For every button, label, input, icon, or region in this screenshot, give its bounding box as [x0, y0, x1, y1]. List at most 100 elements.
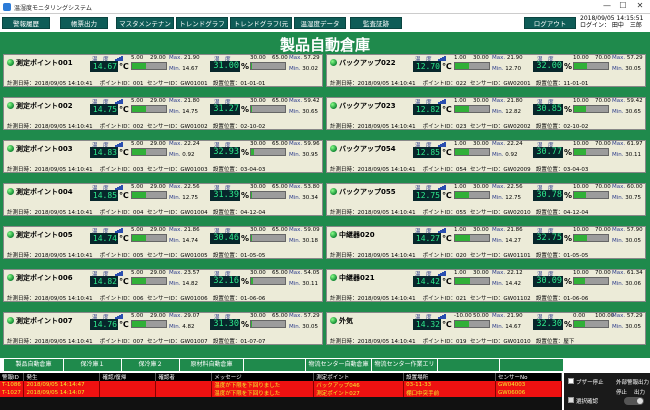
point-name: 測定ポイント002	[16, 102, 73, 110]
sensor-panel[interactable]: 測定ポイント005 温 度 14.74 ℃ 5.00 29.00 Max. 21…	[3, 226, 323, 259]
temp-min: 4.82	[182, 324, 195, 330]
temp-bar	[131, 105, 167, 113]
humid-min: 30.05	[302, 324, 319, 330]
temp-display: 12.75	[413, 190, 441, 201]
celsius-unit: ℃	[119, 148, 129, 157]
alarm-row[interactable]: T-1086 2018/09/05 14:14:47 温度が下限を下回りました バック…	[0, 381, 562, 389]
location: 屋下	[563, 339, 575, 345]
measure-label: 計測日時：	[330, 296, 358, 302]
alarm-row[interactable]: T-1027 2018/09/05 14:14:07 温度が下限を下回りました 測定ポ…	[0, 389, 562, 397]
area-tab[interactable]: 原材料自動倉庫	[180, 359, 244, 371]
sensor-panel[interactable]: 測定ポイント003 温 度 14.83 ℃ 5.00 29.00 Max. 22…	[3, 140, 323, 173]
area-tab[interactable]: 製品自動倉庫	[4, 359, 64, 371]
sensor-id: GW02009	[503, 167, 531, 173]
alarm-column-header[interactable]: 確認者	[155, 373, 213, 381]
sensor-panel[interactable]: バックアップ054 温 度 12.85 ℃ 1.00 30.00 Max. 22…	[326, 140, 646, 173]
humid-high: 70.00	[595, 270, 611, 276]
measure-date: 2018/09/05 14:10:41	[34, 124, 93, 130]
alarm-column-header[interactable]: センサーNo	[495, 373, 562, 381]
alarm-column-header[interactable]: 測定ポイント	[313, 373, 405, 381]
humid-min: 30.05	[625, 66, 642, 72]
sensor-id: GW01010	[503, 339, 531, 345]
location-label: 設置位置：	[535, 81, 564, 87]
humid-max-min: Max. 61.97 Min. 30.11	[612, 141, 643, 158]
location: 01-07-07	[240, 339, 266, 345]
minimize-button[interactable]: —	[600, 1, 614, 10]
sensor-panel[interactable]: 測定ポイント006 温 度 14.82 ℃ 5.00 29.00 Max. 23…	[3, 269, 323, 302]
temp-min: 14.82	[182, 281, 199, 287]
alarm-column-header[interactable]: 発生	[23, 373, 101, 381]
point-name: バックアップ054	[339, 145, 396, 153]
temp-high: 30.00	[473, 270, 489, 276]
area-tab[interactable]: 物流センター自動倉庫	[306, 359, 372, 371]
humid-bar	[573, 234, 609, 242]
min-label: Min.	[169, 238, 181, 244]
sensor-panel[interactable]: バックアップ055 温 度 12.75 ℃ 1.00 30.00 Max. 22…	[326, 183, 646, 216]
sensor-panel[interactable]: 外気 温 度 14.32 ℃ -10.00 50.00 Max. 21.90 M…	[326, 312, 646, 345]
sensor-panel[interactable]: 測定ポイント002 温 度 14.75 ℃ 5.00 29.00 Max. 21…	[3, 97, 323, 130]
sensor-panel[interactable]: バックアップ022 温 度 12.70 ℃ 1.00 30.00 Max. 21…	[326, 54, 646, 87]
percent-unit: %	[564, 191, 573, 200]
temp-bar	[454, 320, 490, 328]
humid-max: 53.80	[303, 184, 320, 190]
status-led-icon	[330, 102, 337, 109]
external-alarm-toggle[interactable]	[624, 397, 644, 405]
menu-temp-humid-data[interactable]: 温湿度データ	[294, 17, 346, 29]
menu-alarm-history[interactable]: 警報履歴	[2, 17, 50, 29]
alarm-column-header[interactable]: 警報ID	[0, 373, 25, 381]
temp-bar-fill	[455, 106, 469, 112]
maximize-button[interactable]: ☐	[616, 1, 630, 10]
buzzer-checkbox[interactable]	[568, 378, 574, 384]
alarm-column-header[interactable]: 設置場所	[403, 373, 497, 381]
area-tab[interactable]	[500, 359, 564, 371]
area-tab[interactable]	[244, 359, 306, 371]
sensor-panel[interactable]: 測定ポイント007 温 度 14.76 ℃ 5.00 29.00 Max. 29…	[3, 312, 323, 345]
max-label: Max.	[169, 270, 183, 276]
area-tab[interactable]	[438, 359, 500, 371]
area-tab[interactable]: 保冷庫２	[122, 359, 180, 371]
menu-trend-graph-alt[interactable]: トレンドグラフ(元カラ)	[230, 17, 292, 40]
sensor-panel[interactable]: 中継器020 温 度 14.27 ℃ 1.00 30.00 Max. 21.86…	[326, 226, 646, 259]
location-label: 設置位置：	[212, 81, 241, 87]
humid-max: 59.96	[303, 141, 320, 147]
max-label: Max.	[169, 98, 183, 104]
area-tab[interactable]: 物流センター作業エリア	[372, 359, 438, 380]
temp-bar	[131, 191, 167, 199]
sensor-panel[interactable]: 測定ポイント001 温 度 14.67 ℃ 5.00 29.00 Max. 21…	[3, 54, 323, 87]
humid-max-min: Max. 57.29 Min. 30.05	[612, 55, 643, 72]
measure-date: 2018/09/05 14:10:41	[357, 124, 416, 130]
menu-report-output[interactable]: 帳票出力	[60, 17, 108, 29]
max-label: Max.	[289, 98, 303, 104]
sensor-panel[interactable]: バックアップ023 温 度 12.82 ℃ 1.00 30.00 Max. 21…	[326, 97, 646, 130]
logout-button[interactable]: ログアウト	[524, 17, 576, 29]
humid-max-min: Max. 57.29 Min. 30.02	[289, 55, 320, 72]
humid-high: 65.00	[272, 313, 288, 319]
measure-label: 計測日時：	[7, 81, 35, 87]
sensor-panel[interactable]: 測定ポイント004 温 度 14.85 ℃ 5.00 29.00 Max. 22…	[3, 183, 323, 216]
sensor-id-label: センサーID：	[470, 124, 504, 130]
sensor-id: GW01102	[503, 296, 531, 302]
menu-master-maintenance[interactable]: マスタメンテナンス	[116, 17, 174, 40]
menu-audit-trail[interactable]: 監査証跡	[350, 17, 402, 29]
temp-display: 14.75	[90, 104, 118, 115]
humid-display: 30.85	[533, 104, 563, 115]
humid-display: 32.30	[533, 319, 563, 330]
alarm-table: 警報ID 発生 確認/復帰 確認者 メッセージ 測定ポイント 設置場所 センサーNo T-10…	[0, 373, 562, 410]
humid-bar	[250, 191, 286, 199]
menu-trend-graph[interactable]: トレンドグラフ	[176, 17, 228, 29]
alarm-cell: 測定ポイント027	[313, 389, 405, 397]
location-label: 設置位置：	[212, 124, 241, 130]
alarm-column-header[interactable]: メッセージ	[211, 373, 315, 381]
signal-bar	[444, 185, 446, 190]
min-label: Min.	[289, 109, 301, 115]
alarm-cell: 03-11-33	[403, 381, 497, 389]
signal-bar	[444, 142, 446, 147]
percent-unit: %	[241, 105, 250, 114]
point-id-label: ポイントID：	[422, 253, 457, 259]
close-button[interactable]: ✕	[633, 1, 647, 10]
max-label: Max.	[289, 313, 303, 319]
area-tab[interactable]: 保冷庫１	[64, 359, 122, 371]
select-confirm-checkbox[interactable]	[568, 397, 574, 403]
alarm-column-header[interactable]: 確認/復帰	[99, 373, 157, 381]
sensor-panel[interactable]: 中継器021 温 度 14.42 ℃ 1.00 30.00 Max. 22.12…	[326, 269, 646, 302]
